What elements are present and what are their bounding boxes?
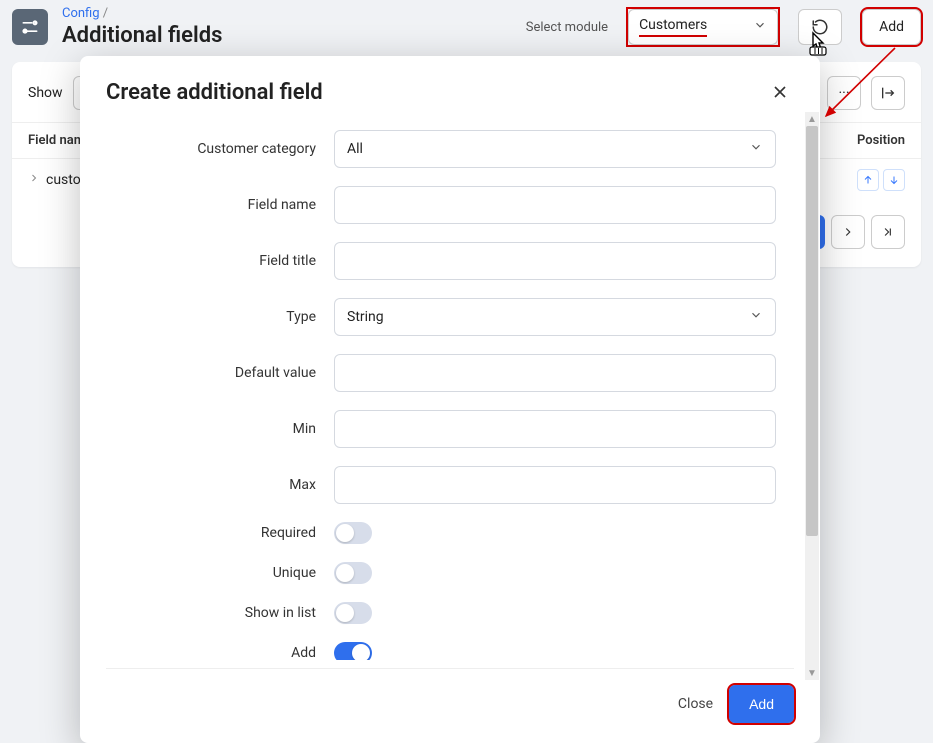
label-max: Max: [106, 477, 316, 493]
label-add-toggle: Add: [106, 645, 316, 660]
label-field-name: Field name: [106, 197, 316, 213]
expand-icon[interactable]: [28, 172, 46, 188]
pager-next[interactable]: [831, 215, 865, 249]
module-selected-value: Customers: [639, 17, 707, 37]
chevron-down-icon: [753, 18, 767, 36]
label-type: Type: [106, 309, 316, 325]
add-button[interactable]: Add: [862, 9, 921, 45]
label-default-value: Default value: [106, 365, 316, 381]
show-label: Show: [28, 85, 63, 101]
more-button[interactable]: ···: [827, 76, 861, 110]
scrollbar-down[interactable]: ▼: [805, 666, 819, 680]
label-min: Min: [106, 421, 316, 437]
refresh-button[interactable]: [798, 9, 842, 45]
label-required: Required: [106, 525, 316, 541]
breadcrumb-config-link[interactable]: Config: [62, 6, 100, 21]
select-module-label: Select module: [526, 20, 608, 35]
footer-add-button[interactable]: Add: [729, 685, 794, 723]
footer-close-button[interactable]: Close: [678, 696, 713, 712]
chevron-down-icon: [749, 140, 763, 158]
settings-icon[interactable]: [12, 9, 48, 45]
unique-toggle[interactable]: [334, 562, 372, 584]
breadcrumb-sep: /: [103, 6, 108, 21]
field-name-input[interactable]: [334, 186, 776, 224]
default-value-input[interactable]: [334, 354, 776, 392]
pager-last[interactable]: [871, 215, 905, 249]
modal-title: Create additional field: [106, 80, 323, 105]
move-up-button[interactable]: [857, 169, 879, 191]
move-down-button[interactable]: [883, 169, 905, 191]
label-show-in-list: Show in list: [106, 605, 316, 621]
breadcrumb: Config / Additional fields: [62, 6, 222, 48]
required-toggle[interactable]: [334, 522, 372, 544]
label-customer-category: Customer category: [106, 141, 316, 157]
close-icon[interactable]: [766, 78, 794, 106]
min-input[interactable]: [334, 410, 776, 448]
field-title-input[interactable]: [334, 242, 776, 280]
label-field-title: Field title: [106, 253, 316, 269]
module-select[interactable]: Customers: [628, 9, 778, 45]
page-title: Additional fields: [62, 23, 222, 48]
show-in-list-toggle[interactable]: [334, 602, 372, 624]
max-input[interactable]: [334, 466, 776, 504]
customer-category-select[interactable]: All: [334, 130, 776, 168]
create-field-modal: Create additional field ▲ ▼ Customer cat…: [80, 56, 820, 743]
label-unique: Unique: [106, 565, 316, 581]
chevron-down-icon: [749, 308, 763, 326]
expand-columns-button[interactable]: [871, 76, 905, 110]
add-toggle[interactable]: [334, 642, 372, 660]
type-select[interactable]: String: [334, 298, 776, 336]
